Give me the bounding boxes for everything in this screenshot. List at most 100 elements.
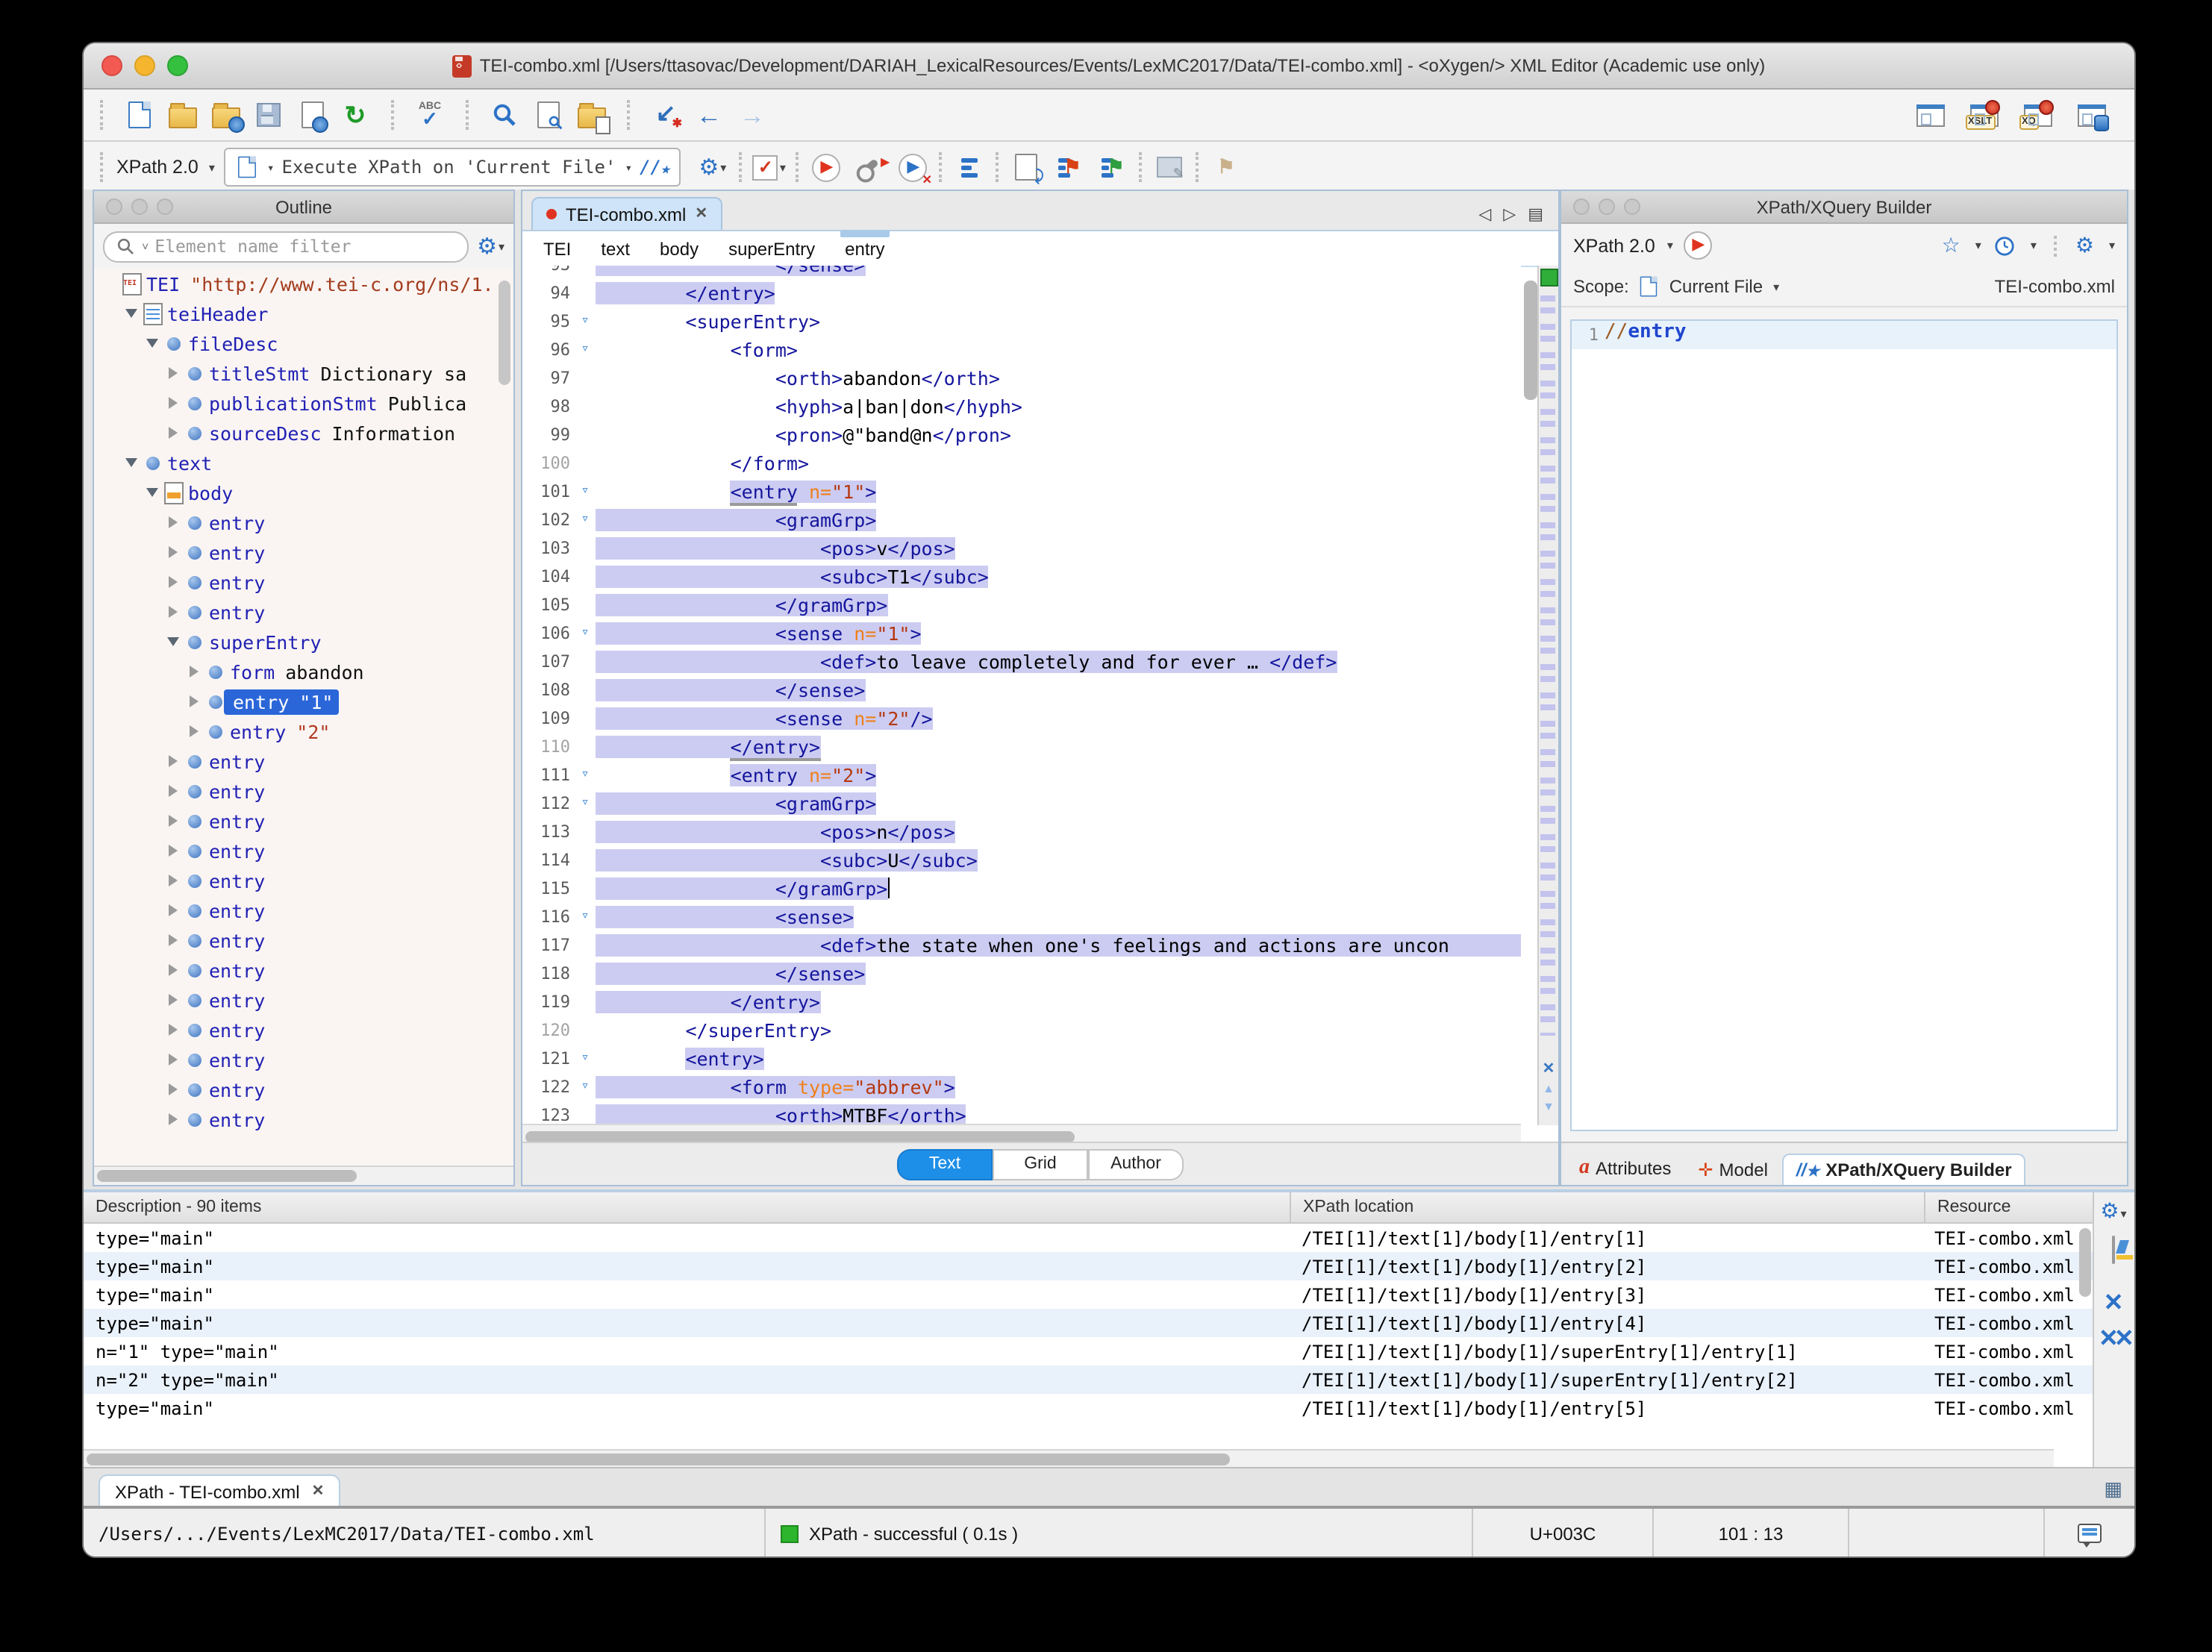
outline-header[interactable]: Outline [94, 191, 513, 224]
apply-transformation-icon[interactable]: ▶ [810, 151, 843, 184]
find-resource-icon[interactable] [575, 98, 607, 131]
outline-tree-item[interactable]: entry [94, 537, 513, 567]
fold-toggle-icon[interactable]: ▿ [575, 307, 596, 336]
code-line[interactable]: 106 ▿ <sense n="1"> [522, 619, 1521, 648]
fold-toggle-icon[interactable]: ▿ [575, 903, 596, 931]
open-folder-icon[interactable] [166, 98, 199, 131]
column-header-resource[interactable]: Resource [1925, 1192, 2094, 1222]
history-clock-icon[interactable] [1995, 235, 2016, 256]
pin-green-icon[interactable]: ⚑ [1096, 151, 1129, 184]
save-icon[interactable] [252, 98, 285, 131]
expand-icon[interactable] [163, 964, 182, 976]
outline-tree-item[interactable]: TEI"http://www.tei-c.org/ns/1. [94, 269, 513, 298]
find-in-files-icon[interactable] [531, 98, 564, 131]
minimize-window-button[interactable] [134, 55, 155, 76]
result-row[interactable]: n="1" type="main" /TEI[1]/text[1]/body[1… [84, 1337, 2094, 1365]
editor-layout-icon[interactable] [1913, 98, 1946, 131]
remove-result-icon[interactable]: ✕ [2099, 1288, 2128, 1318]
fold-toggle-icon[interactable]: ▿ [575, 1073, 596, 1101]
fold-toggle-icon[interactable]: ▿ [575, 789, 596, 818]
expand-icon[interactable] [163, 934, 182, 946]
code-line[interactable]: 120 </superEntry> [522, 1016, 1521, 1045]
highlight-results-button[interactable] [2099, 1237, 2128, 1264]
outline-tree-item[interactable]: sourceDescInformation [94, 418, 513, 448]
code-line[interactable]: 96 ▿ <form> [522, 336, 1521, 364]
code-line[interactable]: 118 </sense> [522, 960, 1521, 988]
fold-toggle-icon[interactable]: ▿ [575, 761, 596, 789]
outline-tree-item[interactable]: entry [94, 866, 513, 895]
collapse-icon[interactable] [121, 458, 140, 467]
breadcrumb-item-TEI[interactable]: TEI [543, 238, 571, 259]
column-header-description[interactable]: Description - 90 items [84, 1192, 1291, 1222]
fold-toggle-icon[interactable]: ▿ [575, 1045, 596, 1073]
next-marker-icon[interactable]: ▼ [1539, 1101, 1558, 1113]
forward-icon[interactable]: → [736, 98, 769, 131]
expand-icon[interactable] [163, 1054, 182, 1066]
code-line[interactable]: 108 </sense> [522, 676, 1521, 704]
format-indent-icon[interactable] [953, 151, 986, 184]
code-line[interactable]: 112 ▿ <gramGrp> [522, 789, 1521, 818]
view-button-author[interactable]: Author [1088, 1148, 1184, 1180]
outline-tree-item[interactable]: entry [94, 955, 513, 985]
code-line[interactable]: 111 ▿ <entry n="2"> [522, 761, 1521, 789]
fold-toggle-icon[interactable]: ▿ [575, 336, 596, 364]
code-line[interactable]: 100 </form> [522, 449, 1521, 478]
expand-icon[interactable] [163, 904, 182, 916]
remove-all-results-icon[interactable]: ✕✕ [2099, 1324, 2128, 1354]
outline-tree-item[interactable]: entry [94, 567, 513, 597]
outline-tree-item[interactable]: teiHeader [94, 298, 513, 328]
open-url-icon[interactable] [209, 98, 242, 131]
spell-check-icon[interactable]: ABC✓ [413, 98, 446, 131]
outline-tree-item[interactable]: entry [94, 985, 513, 1015]
outline-tree-item[interactable]: entry [94, 1045, 513, 1074]
expand-icon[interactable] [163, 427, 182, 439]
builder-header[interactable]: XPath/XQuery Builder [1561, 191, 2127, 224]
code-line[interactable]: 121 ▿ <entry> [522, 1045, 1521, 1073]
view-button-text[interactable]: Text [897, 1148, 993, 1180]
outline-tree-item[interactable]: entry"1" [94, 686, 513, 716]
column-header-xpath-location[interactable]: XPath location [1291, 1192, 1925, 1222]
expand-icon[interactable] [163, 367, 182, 379]
new-document-icon[interactable] [122, 98, 155, 131]
occurrence-markers[interactable] [1540, 295, 1555, 1036]
panel-layout-icon[interactable]: ▦ [2104, 1477, 2134, 1507]
validation-status-icon[interactable] [1540, 269, 1558, 287]
outline-tree-item[interactable]: entry [94, 1074, 513, 1104]
builder-tab[interactable]: ✛Model [1686, 1155, 1780, 1185]
reload-icon[interactable]: ↻ [339, 98, 372, 131]
result-row[interactable]: type="main" /TEI[1]/text[1]/body[1]/entr… [84, 1280, 2094, 1309]
code-line[interactable]: 93 </sense> [522, 266, 1521, 279]
outline-tree-item[interactable]: entry [94, 597, 513, 627]
expand-icon[interactable] [163, 785, 182, 797]
code-line[interactable]: 105 </gramGrp> [522, 591, 1521, 619]
fold-toggle-icon[interactable]: ▿ [575, 506, 596, 534]
code-line[interactable]: 101 ▿ <entry n="1"> [522, 478, 1521, 506]
expand-icon[interactable] [163, 994, 182, 1006]
find-replace-icon[interactable] [488, 98, 521, 131]
result-row[interactable]: type="main" /TEI[1]/text[1]/body[1]/entr… [84, 1252, 2094, 1280]
outline-tree-item[interactable]: entry [94, 895, 513, 925]
outline-tree-item[interactable]: formabandon [94, 657, 513, 686]
expand-icon[interactable] [163, 755, 182, 767]
expand-icon[interactable] [163, 606, 182, 618]
pin-red-icon[interactable]: ⚑ [1053, 151, 1086, 184]
clear-markers-icon[interactable]: ✕ [1539, 1061, 1558, 1077]
expand-icon[interactable] [184, 666, 203, 678]
outline-tree-item[interactable]: entry [94, 806, 513, 836]
collapse-icon[interactable] [121, 309, 140, 318]
outline-tree-item[interactable]: entry [94, 1015, 513, 1045]
expand-icon[interactable] [163, 516, 182, 528]
element-name-filter-input[interactable]: ˅ Element name filter [103, 231, 468, 262]
close-tab-icon[interactable]: ✕ [695, 206, 707, 222]
prev-marker-icon[interactable]: ▲ [1539, 1083, 1558, 1095]
fold-toggle-icon[interactable]: ▿ [575, 619, 596, 648]
builder-tab[interactable]: //★XPath/XQuery Builder [1783, 1154, 2025, 1185]
result-row[interactable]: type="main" /TEI[1]/text[1]/body[1]/entr… [84, 1309, 2094, 1337]
expand-icon[interactable] [163, 1113, 182, 1125]
next-editor-icon[interactable]: ▷ [1503, 204, 1516, 224]
breadcrumb-item-entry[interactable]: entry [845, 238, 884, 259]
favorites-star-icon[interactable]: ☆ [1942, 233, 1961, 258]
editor-list-icon[interactable]: ▤ [1528, 204, 1543, 224]
code-line[interactable]: 114 <subc>U</subc> [522, 846, 1521, 875]
breadcrumb-item-text[interactable]: text [601, 238, 630, 259]
